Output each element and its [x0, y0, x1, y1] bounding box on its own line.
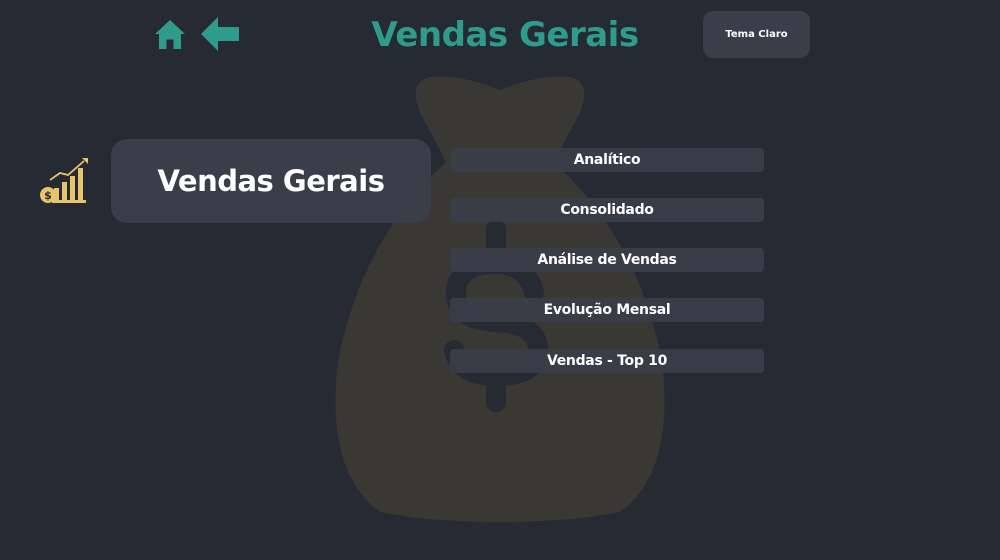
page: Vendas Gerais Tema Claro $ Vendas Gerais…: [0, 0, 1000, 560]
menu-button-vendas-top-10[interactable]: Vendas - Top 10: [450, 349, 764, 373]
page-title: Vendas Gerais: [371, 15, 639, 55]
back-arrow-icon: [201, 17, 239, 51]
menu-button-analise-de-vendas[interactable]: Análise de Vendas: [450, 248, 764, 272]
sales-chart-icon: $: [40, 158, 88, 203]
back-button[interactable]: [201, 17, 239, 51]
home-button[interactable]: [154, 19, 186, 51]
menu-button-analitico[interactable]: Analítico: [450, 148, 764, 172]
theme-toggle-button[interactable]: Tema Claro: [703, 11, 810, 58]
menu-button-evolucao-mensal[interactable]: Evolução Mensal: [450, 298, 764, 322]
svg-text:$: $: [44, 189, 52, 202]
home-icon: [155, 20, 185, 49]
section-title-card: Vendas Gerais: [111, 139, 431, 223]
menu-button-consolidado[interactable]: Consolidado: [450, 198, 764, 222]
